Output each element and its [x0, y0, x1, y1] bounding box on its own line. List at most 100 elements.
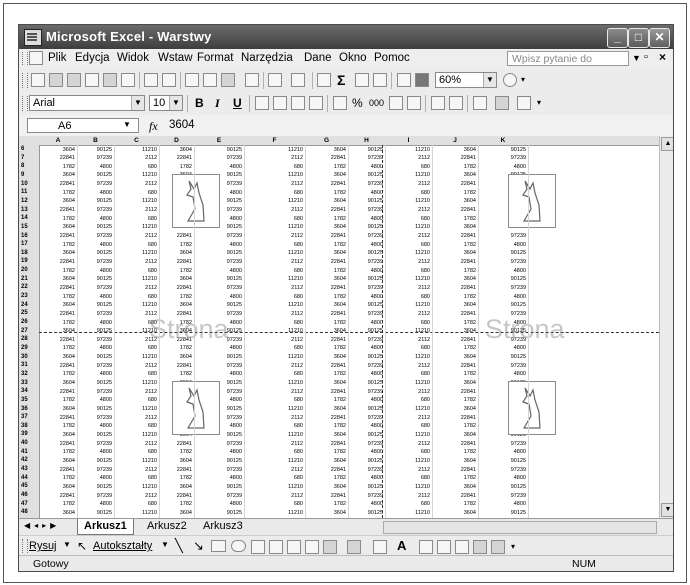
cell[interactable]: 1782 [159, 501, 192, 507]
cell[interactable]: 4800 [77, 294, 112, 300]
menu-plik[interactable]: Plik [48, 52, 67, 64]
cell[interactable]: 3604 [159, 147, 192, 153]
cell[interactable]: 1782 [39, 371, 75, 377]
save-icon[interactable] [67, 73, 81, 87]
cell[interactable]: 97239 [194, 363, 242, 369]
cell[interactable]: 22841 [305, 389, 346, 395]
spreadsheet-grid[interactable]: ABCDEFGHIJK 6 7 8 9 10 11 12 13 14 15 16 17 18 19 20 21… [19, 136, 673, 518]
cell[interactable]: 3604 [432, 276, 476, 282]
cell[interactable]: 97239 [194, 155, 242, 161]
align-center-icon[interactable] [273, 96, 287, 110]
cell[interactable]: 11210 [385, 484, 430, 490]
cell[interactable]: 2112 [244, 493, 303, 499]
cell[interactable]: 11210 [244, 380, 303, 386]
cell[interactable]: 1782 [432, 294, 476, 300]
cell[interactable]: 4800 [77, 501, 112, 507]
cell[interactable]: 4800 [194, 345, 242, 351]
cell[interactable]: 4800 [194, 501, 242, 507]
cell[interactable]: 2112 [114, 207, 157, 213]
cell[interactable]: 1782 [432, 475, 476, 481]
cell[interactable]: 680 [244, 268, 303, 274]
row-header[interactable]: 31 [21, 362, 28, 368]
cell[interactable]: 1782 [305, 216, 346, 222]
cell[interactable]: 11210 [244, 510, 303, 516]
cell[interactable]: 11210 [114, 147, 157, 153]
row-header[interactable]: 9 [21, 172, 24, 178]
row-header[interactable]: 28 [21, 336, 28, 342]
toolbar-grip[interactable] [22, 96, 28, 111]
menu-dane[interactable]: Dane [304, 52, 332, 64]
cell[interactable]: 4800 [478, 475, 526, 481]
row-header[interactable]: 41 [21, 449, 28, 455]
fx-icon[interactable]: fx [149, 119, 158, 134]
cell[interactable]: 1782 [39, 268, 75, 274]
cell[interactable]: 22841 [432, 233, 476, 239]
row-header[interactable]: 34 [21, 388, 28, 394]
cell[interactable]: 90125 [348, 354, 383, 360]
cell[interactable]: 22841 [305, 441, 346, 447]
cell[interactable]: 90125 [194, 458, 242, 464]
cell[interactable]: 4800 [348, 294, 383, 300]
cell[interactable]: 3604 [39, 354, 75, 360]
cell[interactable]: 22841 [432, 311, 476, 317]
cell[interactable]: 1782 [305, 423, 346, 429]
cell[interactable]: 90125 [77, 198, 112, 204]
cell[interactable]: 97239 [348, 181, 383, 187]
cell[interactable]: 90125 [348, 198, 383, 204]
cell[interactable]: 2112 [244, 389, 303, 395]
cell[interactable]: 4800 [348, 242, 383, 248]
column-header-i[interactable]: I [385, 136, 432, 145]
column-header-h[interactable]: H [348, 136, 385, 145]
cell[interactable]: 4800 [77, 345, 112, 351]
cell[interactable]: 11210 [385, 406, 430, 412]
cell[interactable]: 4800 [77, 397, 112, 403]
row-header[interactable]: 29 [21, 345, 28, 351]
cell[interactable]: 680 [114, 216, 157, 222]
cell[interactable]: 90125 [194, 354, 242, 360]
cell[interactable]: 3604 [432, 354, 476, 360]
cell[interactable]: 4800 [478, 164, 526, 170]
cell[interactable]: 3604 [305, 198, 346, 204]
cell[interactable]: 1782 [159, 345, 192, 351]
cell[interactable]: 97239 [348, 493, 383, 499]
cell[interactable]: 22841 [39, 207, 75, 213]
cell[interactable]: 4800 [478, 501, 526, 507]
cell[interactable]: 680 [244, 475, 303, 481]
cell[interactable]: 680 [114, 268, 157, 274]
print-preview-icon[interactable] [121, 73, 135, 87]
cell[interactable]: 3604 [432, 250, 476, 256]
cell[interactable]: 1782 [305, 371, 346, 377]
cell[interactable]: 2112 [114, 389, 157, 395]
cell[interactable]: 680 [244, 345, 303, 351]
cell[interactable]: 90125 [194, 302, 242, 308]
scroll-down-icon[interactable]: ▼ [661, 503, 673, 517]
cell[interactable]: 97239 [194, 285, 242, 291]
cell[interactable]: 90125 [478, 510, 526, 516]
cell[interactable]: 4800 [77, 268, 112, 274]
cell[interactable]: 90125 [478, 276, 526, 282]
cell[interactable]: 22841 [39, 181, 75, 187]
cell[interactable]: 1782 [39, 190, 75, 196]
cell[interactable]: 680 [385, 397, 430, 403]
cell[interactable]: 4800 [348, 397, 383, 403]
cell[interactable]: 680 [244, 397, 303, 403]
cell[interactable]: 2112 [385, 155, 430, 161]
cell[interactable]: 22841 [432, 493, 476, 499]
cell[interactable]: 2112 [385, 415, 430, 421]
cell[interactable]: 97239 [478, 441, 526, 447]
cell[interactable]: 97239 [77, 441, 112, 447]
cell[interactable]: 4800 [348, 475, 383, 481]
cell[interactable]: 22841 [305, 415, 346, 421]
cell[interactable]: 4800 [194, 294, 242, 300]
cell[interactable]: 97239 [194, 467, 242, 473]
cell[interactable]: 97239 [478, 285, 526, 291]
cell[interactable]: 90125 [478, 147, 526, 153]
decrease-indent-icon[interactable] [431, 96, 445, 110]
row-header[interactable]: 7 [21, 155, 24, 161]
cell[interactable]: 1782 [39, 475, 75, 481]
cell[interactable]: 90125 [348, 147, 383, 153]
cell[interactable]: 2112 [244, 181, 303, 187]
cell[interactable]: 22841 [305, 207, 346, 213]
select-objects-icon[interactable]: ↖ [77, 539, 87, 553]
cell[interactable]: 4800 [478, 268, 526, 274]
